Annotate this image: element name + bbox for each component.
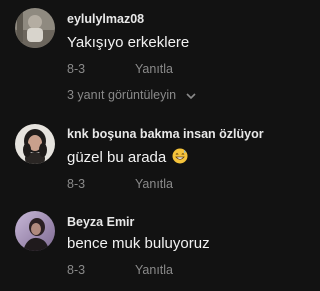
comment-username[interactable]: eylulylmaz08 [67, 12, 144, 26]
comment-username[interactable]: Beyza Emir [67, 215, 134, 229]
comment-date: 8-3 [67, 177, 86, 191]
comment-date: 8-3 [67, 263, 86, 277]
comment-meta: 8-3 Yanıtla [67, 177, 173, 191]
avatar[interactable] [15, 124, 55, 164]
comment-text: Yakışıyo erkeklere [67, 34, 190, 51]
view-replies-label: 3 yanıt görüntüleyin [67, 88, 177, 102]
reply-button[interactable]: Yanıtla [135, 177, 173, 191]
avatar[interactable] [15, 8, 55, 48]
comment-item: eylulylmaz08 Yakışıyo erkeklere 8-3 Yanıt… [0, 0, 303, 115]
comment-item: Beyza Emir bence muk buluyoruz 8-3 Yanıtl… [0, 205, 303, 291]
comment-meta: 8-3 Yanıtla [67, 263, 173, 277]
comment-username[interactable]: knk boşuna bakma insan özlüyor [67, 127, 264, 141]
comment-list: eylulylmaz08 Yakışıyo erkeklere 8-3 Yanıt… [0, 0, 303, 291]
comment-date: 8-3 [67, 62, 86, 76]
comment-text: güzel bu arada [67, 148, 188, 166]
grinning-sweat-emoji-icon [172, 148, 188, 164]
chevron-down-icon [186, 89, 196, 103]
view-replies-button[interactable]: 3 yanıt görüntüleyin [67, 88, 196, 103]
comment-text-content: güzel bu arada [67, 149, 167, 166]
comment-text: bence muk buluyoruz [67, 235, 210, 252]
comment-item: knk boşuna bakma insan özlüyor güzel bu … [0, 115, 303, 205]
avatar[interactable] [15, 211, 55, 251]
reply-button[interactable]: Yanıtla [135, 62, 173, 76]
comment-meta: 8-3 Yanıtla [67, 62, 173, 76]
reply-button[interactable]: Yanıtla [135, 263, 173, 277]
